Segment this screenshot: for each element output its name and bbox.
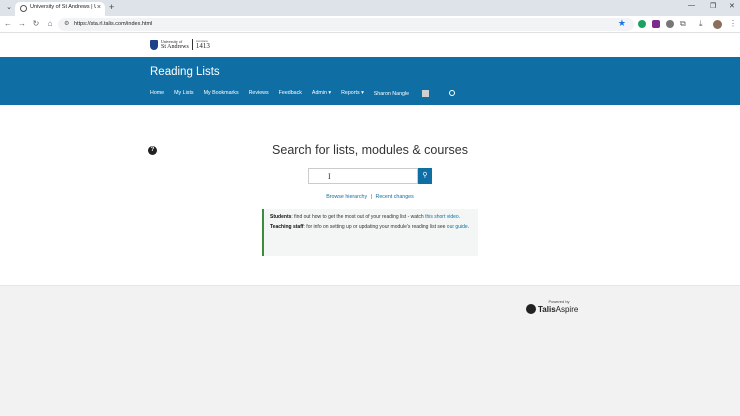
nav-reports[interactable]: Reports ▾ <box>341 90 364 97</box>
logo-year: 1413 <box>195 42 210 50</box>
staff-guide-link[interactable]: our guide <box>447 224 468 230</box>
students-end: . <box>458 214 461 220</box>
links-separator: | <box>370 194 373 200</box>
staff-note: Teaching staff: for info on setting up o… <box>270 224 472 231</box>
user-avatar-icon[interactable] <box>422 90 430 97</box>
tab-list-icon[interactable]: ⌄ <box>4 3 14 13</box>
logo-divider <box>191 39 193 50</box>
browse-links: Browse hierarchy | Recent changes <box>0 194 740 200</box>
crest-icon <box>150 39 158 50</box>
extension-icon-green[interactable] <box>638 20 646 28</box>
browser-tab[interactable]: University of St Andrews | Univ... × <box>15 2 105 16</box>
search-heading: Search for lists, modules & courses <box>272 143 468 157</box>
nav-reviews[interactable]: Reviews <box>249 90 269 97</box>
download-icon[interactable]: ⤓ <box>699 19 703 29</box>
talis-logo-icon <box>526 304 536 314</box>
url-text[interactable]: https://sta.rl.talis.com/index.html <box>74 21 152 27</box>
tab-close-icon[interactable]: × <box>97 4 101 11</box>
reading-lists-banner: Reading Lists Home My Lists My Bookmarks… <box>0 57 740 105</box>
search-input[interactable] <box>309 174 417 188</box>
logo-line2: St Andrews <box>161 43 189 50</box>
nav-my-lists[interactable]: My Lists <box>174 90 193 97</box>
help-circle-icon[interactable] <box>449 90 456 96</box>
forward-icon[interactable]: → <box>17 19 27 28</box>
nav-home[interactable]: Home <box>150 90 164 97</box>
recent-changes-link[interactable]: Recent changes <box>376 194 414 200</box>
restore-icon[interactable]: ❐ <box>710 2 716 10</box>
students-text: : find out how to get the most out of yo… <box>291 214 426 220</box>
search-input-wrapper[interactable] <box>308 168 418 188</box>
info-box: Students: find out how to get the most o… <box>262 209 478 256</box>
close-window-icon[interactable]: ✕ <box>729 2 735 10</box>
new-tab-button[interactable]: + <box>109 2 114 12</box>
minimize-icon[interactable]: — <box>688 2 695 9</box>
talis-brand-a: Talis <box>538 304 556 314</box>
nav-user[interactable]: Sharon Nangle <box>374 90 439 97</box>
nav-help[interactable] <box>449 90 465 97</box>
students-label: Students <box>270 214 292 220</box>
address-bar[interactable]: ⚙ https://sta.rl.talis.com/index.html ★ <box>58 18 634 31</box>
footer: Powered by TalisAspire <box>0 285 740 416</box>
banner-title[interactable]: Reading Lists <box>150 66 220 78</box>
reload-icon[interactable]: ↻ <box>31 19 41 28</box>
staff-label: Teaching staff <box>270 224 304 231</box>
extensions-puzzle-icon[interactable]: ⧉ <box>680 19 686 29</box>
back-icon[interactable]: ← <box>3 19 13 28</box>
home-icon[interactable]: ⌂ <box>45 19 55 28</box>
staff-end: . <box>467 224 470 231</box>
bookmark-star-icon[interactable]: ★ <box>618 18 626 29</box>
nav-admin[interactable]: Admin ▾ <box>312 90 331 97</box>
site-header: University of St Andrews FOUNDED 1413 <box>0 33 740 57</box>
powered-by-talis[interactable]: Powered by TalisAspire <box>526 299 586 314</box>
profile-avatar[interactable] <box>713 20 722 29</box>
main-content: ? Search for lists, modules & courses I … <box>0 105 740 285</box>
extension-icon-grey[interactable] <box>666 20 674 28</box>
nav-feedback[interactable]: Feedback <box>279 90 302 97</box>
search-icon: ⚲ <box>422 172 428 179</box>
nav-my-bookmarks[interactable]: My Bookmarks <box>204 90 239 97</box>
browser-tab-strip: ⌄ University of St Andrews | Univ... × +… <box>0 0 740 16</box>
students-note: Students: find out how to get the most o… <box>270 214 472 221</box>
site-info-icon[interactable]: ⚙ <box>64 20 69 27</box>
text-cursor-icon: I <box>328 172 331 181</box>
staff-text: : for info on setting up or updating you… <box>303 224 447 231</box>
tab-favicon-icon <box>20 5 27 12</box>
browser-toolbar: ← → ↻ ⌂ ⚙ https://sta.rl.talis.com/index… <box>0 16 740 33</box>
extension-icon-purple[interactable] <box>652 20 660 28</box>
browse-hierarchy-link[interactable]: Browse hierarchy <box>326 194 367 200</box>
talis-brand-b: Aspire <box>555 304 579 314</box>
user-name[interactable]: Sharon Nangle <box>374 91 409 97</box>
university-logo[interactable]: University of St Andrews FOUNDED 1413 <box>150 38 210 51</box>
students-video-link[interactable]: this short video <box>425 214 459 220</box>
search-button[interactable]: ⚲ <box>418 168 432 184</box>
main-nav: Home My Lists My Bookmarks Reviews Feedb… <box>150 90 475 97</box>
tab-title: University of St Andrews | Univ... <box>30 4 96 10</box>
browser-menu-icon[interactable]: ⋮ <box>729 19 737 28</box>
